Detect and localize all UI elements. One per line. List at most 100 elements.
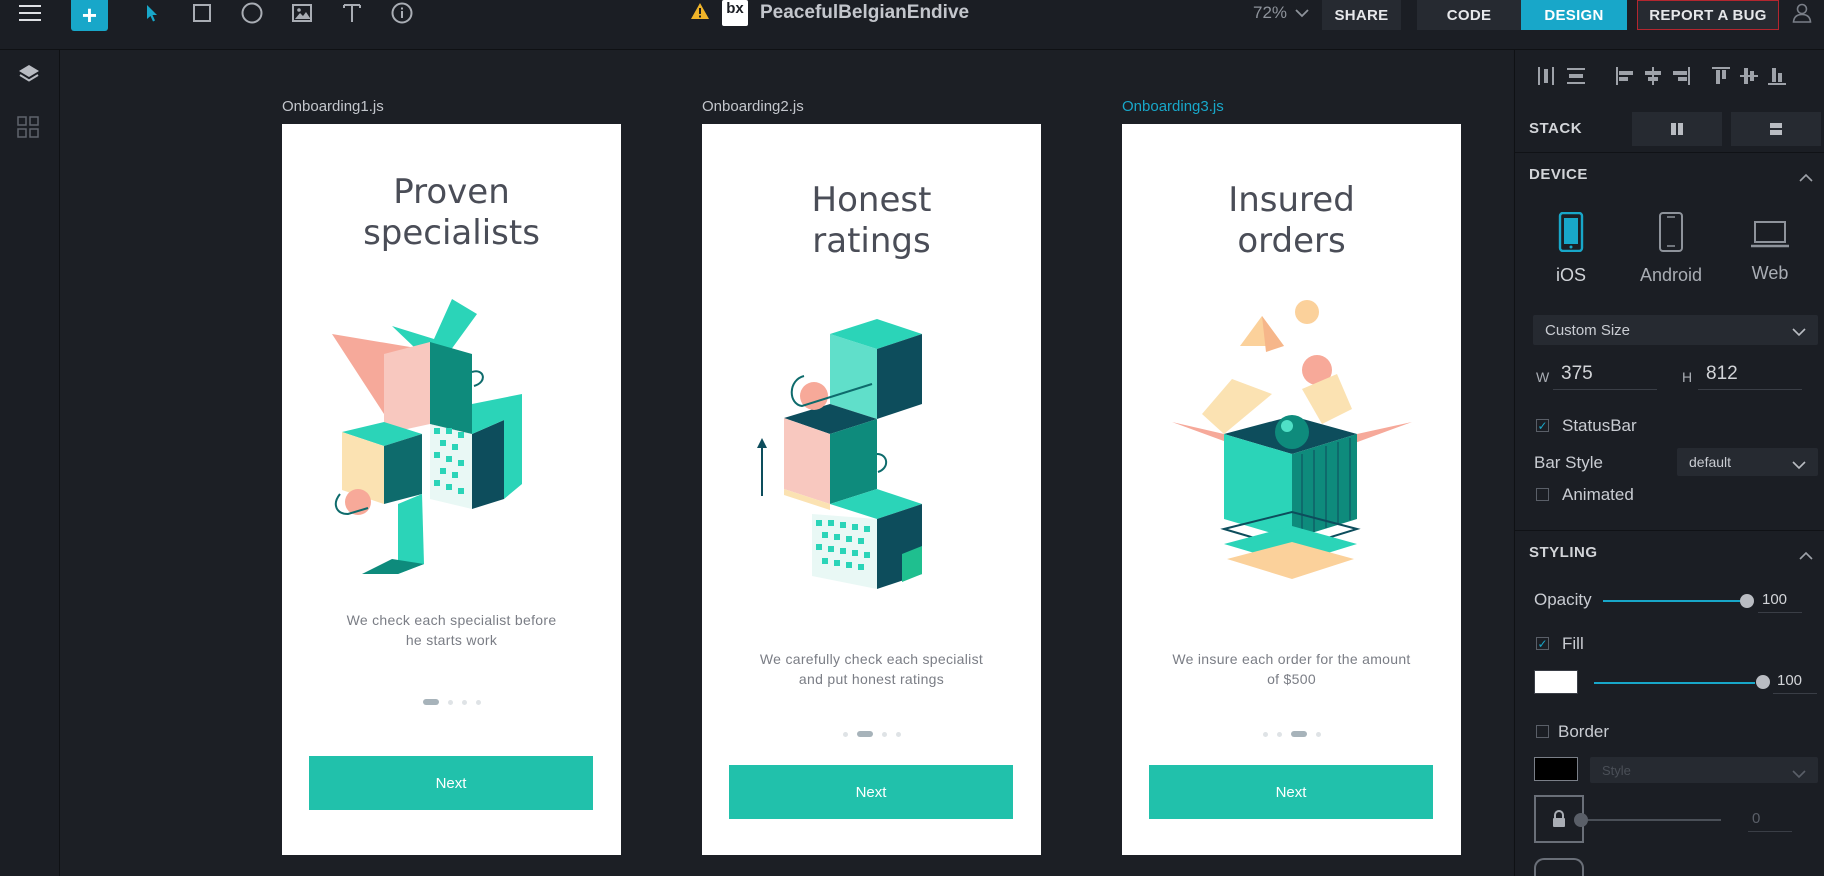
device-android-label: Android bbox=[1639, 265, 1703, 285]
distribute-vertical-icon[interactable] bbox=[1566, 66, 1588, 88]
components-grid-icon[interactable] bbox=[17, 116, 43, 142]
page-dot[interactable] bbox=[422, 699, 439, 705]
page-dot[interactable] bbox=[895, 731, 901, 737]
layers-icon[interactable] bbox=[17, 62, 43, 88]
page-dots bbox=[1122, 731, 1461, 737]
corner-radius-preview[interactable] bbox=[1534, 858, 1584, 876]
align-center-horizontal-icon[interactable] bbox=[1643, 66, 1665, 88]
fill-opacity-slider-knob[interactable] bbox=[1756, 675, 1770, 689]
add-button[interactable]: + bbox=[71, 0, 108, 31]
phone-frame-onboarding1[interactable]: Proven specialists We check each speciali… bbox=[282, 124, 621, 855]
onboarding1-title: Proven specialists bbox=[363, 172, 540, 253]
align-right-icon[interactable] bbox=[1671, 66, 1693, 88]
project-title[interactable]: PeacefulBelgianEndive bbox=[760, 2, 969, 24]
border-width-input[interactable]: 0 bbox=[1748, 810, 1792, 832]
stack-vertical-button[interactable] bbox=[1731, 112, 1821, 146]
border-width-slider-knob[interactable] bbox=[1574, 813, 1588, 827]
fill-opacity-input[interactable]: 100 bbox=[1773, 672, 1817, 694]
page-dot[interactable] bbox=[461, 699, 467, 705]
phone-frame-onboarding2[interactable]: Honest ratings We carefully check each sp… bbox=[702, 124, 1041, 855]
menu-icon[interactable] bbox=[14, 0, 46, 26]
width-input[interactable]: 375 bbox=[1553, 360, 1657, 390]
height-input[interactable]: 812 bbox=[1698, 360, 1802, 390]
next-button[interactable]: Next bbox=[309, 756, 593, 810]
phone-icon bbox=[1558, 211, 1584, 253]
top-bar: + bx PeacefulBelgianEndive 72% SHARE COD… bbox=[0, 0, 1824, 50]
ellipse-icon[interactable] bbox=[238, 0, 266, 26]
opacity-label: Opacity bbox=[1534, 590, 1592, 609]
chevron-down-icon bbox=[1295, 3, 1309, 23]
animated-checkbox[interactable] bbox=[1536, 488, 1549, 501]
align-bottom-icon[interactable] bbox=[1767, 66, 1789, 88]
warning-icon[interactable] bbox=[690, 2, 710, 25]
page-dot[interactable] bbox=[842, 731, 848, 737]
frame-label-onboarding1[interactable]: Onboarding1.js bbox=[282, 98, 384, 115]
align-center-vertical-icon[interactable] bbox=[1739, 66, 1761, 88]
opacity-slider-track[interactable] bbox=[1603, 600, 1741, 602]
bar-style-select[interactable]: default bbox=[1677, 448, 1818, 476]
device-web-option[interactable]: Web bbox=[1725, 220, 1815, 284]
opacity-slider-knob[interactable] bbox=[1740, 594, 1754, 608]
border-checkbox[interactable] bbox=[1536, 725, 1549, 738]
chevron-down-icon bbox=[1792, 766, 1806, 783]
device-section-header[interactable]: DEVICE bbox=[1529, 166, 1588, 183]
info-icon[interactable] bbox=[388, 0, 416, 26]
align-top-icon[interactable] bbox=[1711, 66, 1733, 88]
border-width-slider-track[interactable] bbox=[1581, 819, 1721, 821]
page-dot[interactable] bbox=[1262, 731, 1268, 737]
distribute-horizontal-icon[interactable] bbox=[1536, 66, 1558, 88]
divider bbox=[1515, 152, 1824, 153]
android-phone-icon bbox=[1659, 212, 1683, 252]
bar-style-label: Bar Style bbox=[1534, 453, 1603, 472]
border-style-select[interactable]: Style bbox=[1590, 757, 1818, 783]
chevron-up-icon[interactable] bbox=[1798, 170, 1814, 182]
fill-color-swatch[interactable] bbox=[1534, 670, 1578, 694]
chevron-up-icon[interactable] bbox=[1798, 548, 1814, 560]
share-button[interactable]: SHARE bbox=[1322, 0, 1401, 30]
styling-section-header[interactable]: STYLING bbox=[1529, 544, 1598, 561]
height-label: H bbox=[1682, 369, 1693, 385]
image-icon[interactable] bbox=[288, 0, 316, 26]
page-dot[interactable] bbox=[856, 731, 873, 737]
pointer-icon[interactable] bbox=[138, 0, 166, 26]
onboarding2-title: Honest ratings bbox=[811, 180, 932, 261]
page-dots bbox=[282, 699, 621, 705]
opacity-input[interactable]: 100 bbox=[1758, 591, 1802, 613]
statusbar-checkbox[interactable]: ✓ bbox=[1536, 419, 1549, 432]
text-icon[interactable] bbox=[338, 0, 366, 26]
stack-horizontal-button[interactable] bbox=[1632, 112, 1722, 146]
frame-label-onboarding2[interactable]: Onboarding2.js bbox=[702, 98, 804, 115]
page-dot[interactable] bbox=[1276, 731, 1282, 737]
zoom-select[interactable]: 72% bbox=[1253, 0, 1309, 26]
device-android-option[interactable]: Android bbox=[1626, 212, 1716, 286]
laptop-icon bbox=[1751, 221, 1789, 248]
stack-label: STACK bbox=[1529, 120, 1583, 137]
project-title-area: bx PeacefulBelgianEndive bbox=[690, 0, 969, 26]
fill-opacity-slider-track[interactable] bbox=[1594, 682, 1755, 684]
page-dot[interactable] bbox=[1315, 731, 1321, 737]
page-dot[interactable] bbox=[881, 731, 887, 737]
code-tab[interactable]: CODE bbox=[1417, 0, 1521, 30]
onboarding1-subtitle: We check each specialist before he starts… bbox=[346, 612, 557, 648]
border-color-swatch[interactable] bbox=[1534, 757, 1578, 781]
statusbar-label: StatusBar bbox=[1562, 416, 1637, 435]
next-button[interactable]: Next bbox=[1149, 765, 1433, 819]
zoom-value: 72% bbox=[1253, 3, 1288, 22]
user-icon[interactable] bbox=[1789, 0, 1815, 26]
device-size-select[interactable]: Custom Size bbox=[1533, 315, 1818, 345]
animated-label: Animated bbox=[1562, 485, 1634, 504]
fill-checkbox[interactable]: ✓ bbox=[1536, 637, 1549, 650]
phone-frame-onboarding3[interactable]: Insured orders We insure each order for t… bbox=[1122, 124, 1461, 855]
chevron-down-icon bbox=[1792, 457, 1806, 474]
align-left-icon[interactable] bbox=[1615, 66, 1637, 88]
page-dot[interactable] bbox=[475, 699, 481, 705]
design-tab[interactable]: DESIGN bbox=[1521, 0, 1627, 30]
device-ios-option[interactable]: iOS bbox=[1526, 211, 1616, 286]
bx-logo: bx bbox=[722, 0, 748, 26]
frame-label-onboarding3[interactable]: Onboarding3.js bbox=[1122, 98, 1224, 115]
report-bug-button[interactable]: REPORT A BUG bbox=[1637, 0, 1779, 30]
page-dot[interactable] bbox=[447, 699, 453, 705]
rectangle-icon[interactable] bbox=[188, 0, 216, 26]
page-dot[interactable] bbox=[1290, 731, 1307, 737]
next-button[interactable]: Next bbox=[729, 765, 1013, 819]
